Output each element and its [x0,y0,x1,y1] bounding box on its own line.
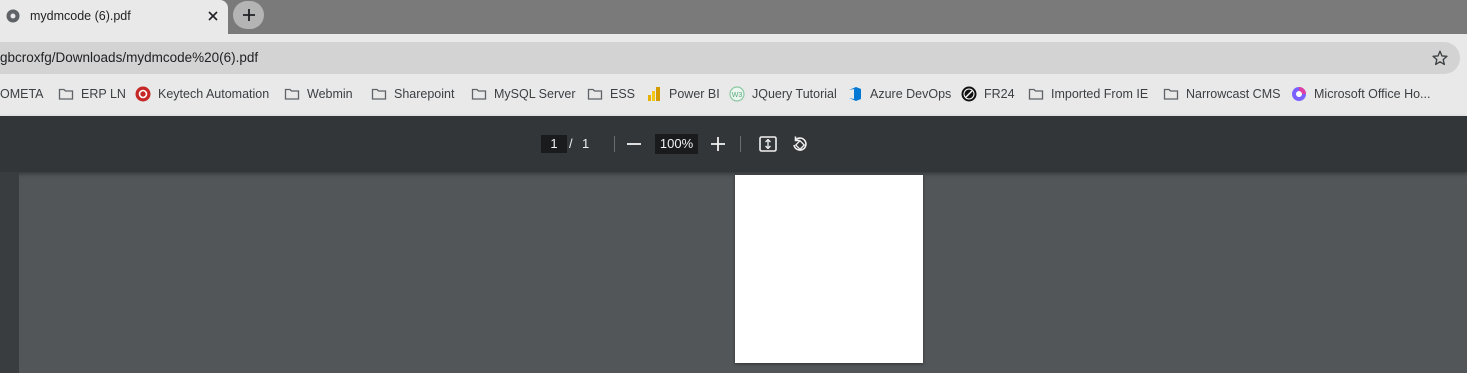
bookmarks-bar: OMETA ERP LN Keytech Automation Webmin S… [0,80,1467,108]
minus-icon [627,143,641,145]
bookmark-azure-devops[interactable]: Azure DevOps [847,80,951,108]
bookmark-narrowcast-cms[interactable]: Narrowcast CMS [1163,80,1280,108]
bookmark-ess[interactable]: ESS [587,80,635,108]
bookmark-label: FR24 [984,87,1015,101]
keytech-logo-icon [135,86,151,102]
office-icon [1291,86,1307,102]
tab-strip: mydmcode (6).pdf [0,0,1467,34]
page-number-input[interactable]: 1 [541,135,567,153]
toolbar-divider [740,136,741,152]
bookmark-keytech-automation[interactable]: Keytech Automation [135,80,269,108]
folder-icon [587,86,603,102]
bookmark-label: ERP LN [81,87,126,101]
bookmark-label: Keytech Automation [158,87,270,101]
folder-icon [284,86,300,102]
fr24-icon [961,86,977,102]
plus-icon [711,137,725,151]
zoom-in-button[interactable] [706,132,730,156]
plus-icon [242,9,255,21]
close-icon[interactable] [203,6,223,26]
bookmark-label: Microsoft Office Ho... [1314,87,1431,101]
bookmark-power-bi[interactable]: Power BI [646,80,720,108]
bookmark-label: Azure DevOps [870,87,952,101]
folder-icon [58,86,74,102]
toolbar-divider [614,136,615,152]
sidebar-strip [0,172,19,373]
power-bi-icon [646,86,662,102]
bookmark-microsoft-office[interactable]: Microsoft Office Ho... [1291,80,1430,108]
address-bar[interactable]: gbcroxfg/Downloads/mydmcode%20(6).pdf [0,42,1460,74]
bookmark-imported-from-ie[interactable]: Imported From IE [1028,80,1148,108]
page-separator: / [569,136,573,151]
folder-icon [1163,86,1179,102]
globe-icon [6,9,20,23]
svg-text:W3: W3 [732,92,743,99]
url-text[interactable]: gbcroxfg/Downloads/mydmcode%20(6).pdf [0,50,258,65]
rotate-button[interactable] [788,132,812,156]
bookmark-label: Imported From IE [1051,87,1149,101]
tab-active[interactable]: mydmcode (6).pdf [0,0,228,34]
folder-icon [471,86,487,102]
page-total: 1 [582,136,590,151]
bookmark-ometa[interactable]: OMETA [0,80,44,108]
bookmark-label: Narrowcast CMS [1186,87,1281,101]
bookmark-mysql-server[interactable]: MySQL Server [471,80,576,108]
bookmark-label: MySQL Server [494,87,576,101]
new-tab-button[interactable] [233,1,264,29]
fit-page-icon [759,136,777,152]
pdf-page [735,175,923,363]
bookmark-label: Power BI [669,87,720,101]
bookmark-label: ESS [610,87,636,101]
zoom-out-button[interactable] [622,132,646,156]
fit-to-page-button[interactable] [756,132,780,156]
bookmark-webmin[interactable]: Webmin [284,80,353,108]
bookmark-erp-ln[interactable]: ERP LN [58,80,126,108]
folder-icon [371,86,387,102]
rotate-icon [793,136,807,151]
browser-toolbar: gbcroxfg/Downloads/mydmcode%20(6).pdf OM… [0,34,1467,116]
bookmark-jquery-tutorial[interactable]: W3 JQuery Tutorial [729,80,837,108]
bookmark-label: Sharepoint [394,87,455,101]
azure-devops-icon [847,86,863,102]
bookmark-fr24[interactable]: FR24 [961,80,1015,108]
bookmark-sharepoint[interactable]: Sharepoint [371,80,454,108]
bookmark-label: Webmin [307,87,353,101]
zoom-input[interactable]: 100% [655,134,698,154]
folder-icon [1028,86,1044,102]
tab-title: mydmcode (6).pdf [30,9,131,23]
bookmark-label: JQuery Tutorial [752,87,837,101]
pdf-toolbar: 1 / 1 100% [0,116,1467,172]
jquery-icon: W3 [729,86,745,102]
bookmark-star-icon[interactable] [1431,49,1449,67]
bookmark-label: OMETA [0,87,44,101]
